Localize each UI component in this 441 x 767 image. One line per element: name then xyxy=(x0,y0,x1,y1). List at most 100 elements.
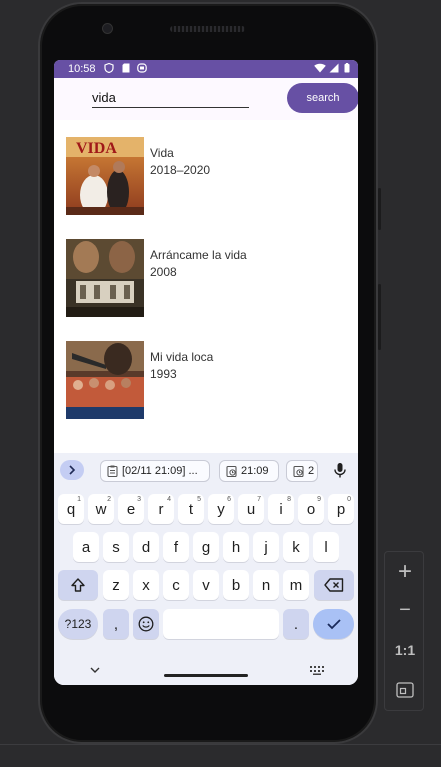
comma-key[interactable]: , xyxy=(103,609,129,639)
key-hint: 2 xyxy=(107,496,111,503)
hide-keyboard-icon[interactable] xyxy=(90,666,100,674)
keyboard-switch-icon[interactable] xyxy=(310,666,324,675)
result-title: Vida xyxy=(150,146,174,160)
list-item[interactable]: Arráncame la vida 2008 xyxy=(66,239,346,317)
key[interactable]: q1 xyxy=(58,494,84,524)
key[interactable]: w2 xyxy=(88,494,114,524)
key[interactable]: a xyxy=(73,532,99,562)
search-button[interactable]: search xyxy=(287,83,358,113)
symbols-key[interactable]: ?123 xyxy=(58,609,98,639)
space-key[interactable] xyxy=(163,609,279,639)
key-label: n xyxy=(261,576,271,594)
poster-image xyxy=(66,341,144,419)
key-label: v xyxy=(202,576,210,594)
clock-icon xyxy=(226,465,237,477)
key-label: d xyxy=(141,538,151,556)
fit-screen-button[interactable] xyxy=(385,672,425,708)
key[interactable]: n xyxy=(253,570,279,600)
actual-size-button[interactable]: 1:1 xyxy=(385,632,425,668)
key[interactable]: j xyxy=(253,532,279,562)
key-label: ?123 xyxy=(64,617,92,631)
period-key[interactable]: . xyxy=(283,609,309,639)
key-hint: 1 xyxy=(77,496,81,503)
key-label: c xyxy=(172,576,180,594)
key[interactable]: k xyxy=(283,532,309,562)
list-item[interactable]: Mi vida loca 1993 xyxy=(66,341,346,419)
key[interactable]: m xyxy=(283,570,309,600)
emoji-key[interactable] xyxy=(133,609,159,639)
power-button[interactable] xyxy=(378,188,381,230)
enter-key[interactable] xyxy=(313,609,354,639)
key[interactable]: s xyxy=(103,532,129,562)
key[interactable]: i8 xyxy=(268,494,294,524)
key[interactable]: t5 xyxy=(178,494,204,524)
key[interactable]: c xyxy=(163,570,189,600)
svg-text:VIDA: VIDA xyxy=(76,140,117,157)
suggestion-label: 2 xyxy=(308,465,315,477)
key-label: u xyxy=(246,500,256,518)
key-label: s xyxy=(112,538,120,556)
front-camera xyxy=(102,23,113,34)
key[interactable]: p0 xyxy=(328,494,354,524)
key[interactable]: v xyxy=(193,570,219,600)
status-bar: 10:58 xyxy=(54,60,358,78)
result-years: 2008 xyxy=(150,265,177,279)
shift-key[interactable] xyxy=(58,570,98,600)
key-hint: 3 xyxy=(137,496,141,503)
key[interactable]: x xyxy=(133,570,159,600)
app-notification-icon xyxy=(137,63,147,73)
result-title: Arráncame la vida xyxy=(150,248,247,262)
key[interactable]: z xyxy=(103,570,129,600)
key-label: p xyxy=(336,500,346,518)
key[interactable]: o9 xyxy=(298,494,324,524)
key[interactable]: u7 xyxy=(238,494,264,524)
result-years: 2018–2020 xyxy=(150,163,211,177)
key[interactable]: f xyxy=(163,532,189,562)
status-time: 10:58 xyxy=(68,63,96,75)
key-label: x xyxy=(142,576,150,594)
key[interactable]: g xyxy=(193,532,219,562)
key[interactable]: h xyxy=(223,532,249,562)
search-input[interactable] xyxy=(92,88,249,108)
zoom-out-button[interactable]: − xyxy=(385,592,425,628)
key-label: q xyxy=(66,500,76,518)
device-screen: 10:58 search VIDA xyxy=(54,60,358,685)
fit-screen-icon xyxy=(396,682,414,698)
key-hint: 6 xyxy=(227,496,231,503)
list-item[interactable]: VIDA Vida 2018–2020 xyxy=(66,137,346,215)
key-label: e xyxy=(126,500,136,518)
key-label: i xyxy=(279,500,283,518)
key-label: k xyxy=(292,538,300,556)
key[interactable]: y6 xyxy=(208,494,234,524)
key[interactable]: l xyxy=(313,532,339,562)
backspace-icon xyxy=(324,578,344,592)
suggestion-chip[interactable]: [02/11 21:09] ... xyxy=(100,460,210,482)
key-label: b xyxy=(231,576,241,594)
volume-button[interactable] xyxy=(378,284,381,350)
expand-toolbar-button[interactable] xyxy=(60,460,84,480)
wifi-icon xyxy=(314,63,326,73)
key-label: l xyxy=(324,538,328,556)
key-label: t xyxy=(188,500,194,518)
emulator-window: 10:58 search VIDA xyxy=(0,0,441,767)
zoom-in-label: + xyxy=(397,558,412,585)
clipboard-icon xyxy=(107,465,118,477)
suggestion-chip[interactable]: 21:09 xyxy=(219,460,279,482)
key-label: r xyxy=(158,500,164,518)
result-years: 1993 xyxy=(150,367,177,381)
actual-size-label: 1:1 xyxy=(394,642,416,658)
key[interactable]: d xyxy=(133,532,159,562)
poster-image xyxy=(66,239,144,317)
suggestion-chip[interactable]: 2 xyxy=(286,460,318,482)
key[interactable]: e3 xyxy=(118,494,144,524)
microphone-icon[interactable] xyxy=(330,460,350,480)
key-hint: 8 xyxy=(287,496,291,503)
key[interactable]: r4 xyxy=(148,494,174,524)
key-label: f xyxy=(173,538,179,556)
key[interactable]: b xyxy=(223,570,249,600)
home-gesture-bar[interactable] xyxy=(164,674,248,677)
key-label: . xyxy=(293,615,299,633)
sd-card-icon xyxy=(122,63,130,73)
zoom-in-button[interactable]: + xyxy=(385,554,425,590)
backspace-key[interactable] xyxy=(314,570,354,600)
